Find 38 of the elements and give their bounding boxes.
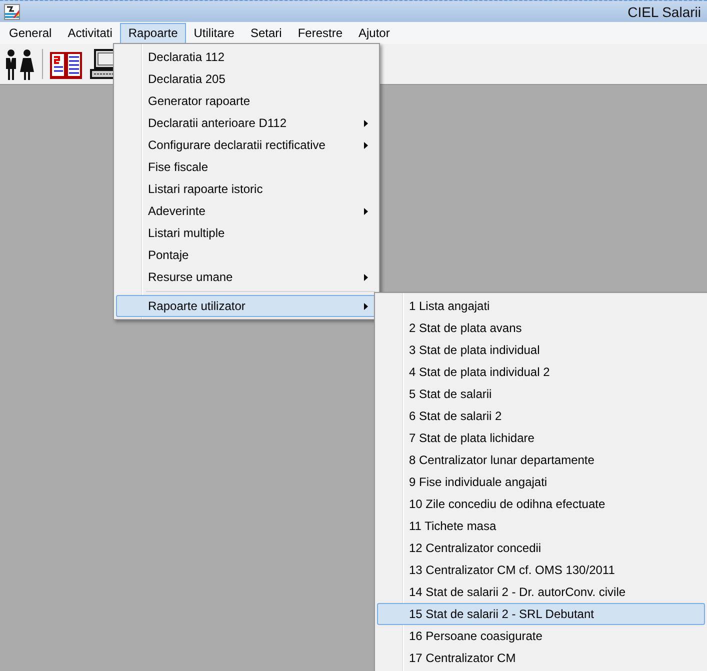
- menu-item[interactable]: 10 Zile concediu de odihna efectuate: [377, 493, 705, 515]
- menu-item[interactable]: 1 Lista angajati: [377, 295, 705, 317]
- menu-item[interactable]: 16 Persoane coasigurate: [377, 625, 705, 647]
- menu-item[interactable]: 3 Stat de plata individual: [377, 339, 705, 361]
- menu-item[interactable]: Rapoarte: [120, 22, 186, 44]
- menu-item[interactable]: 5 Stat de salarii: [377, 383, 705, 405]
- menu-item[interactable]: Rapoarte utilizator: [116, 295, 377, 317]
- window-title: CIEL Salarii: [628, 4, 701, 20]
- menu-item[interactable]: 6 Stat de salarii 2: [377, 405, 705, 427]
- menu-item[interactable]: 12 Centralizator concedii: [377, 537, 705, 559]
- menu-item[interactable]: Listari multiple: [116, 222, 377, 244]
- menu-item[interactable]: 15 Stat de salarii 2 - SRL Debutant: [377, 603, 705, 625]
- menu-item[interactable]: Declaratia 112: [116, 46, 377, 68]
- menu-item[interactable]: Generator rapoarte: [116, 90, 377, 112]
- menu-item[interactable]: Configurare declaratii rectificative: [116, 134, 377, 156]
- menu-item[interactable]: 9 Fise individuale angajati: [377, 471, 705, 493]
- menu-item[interactable]: Fise fiscale: [116, 156, 377, 178]
- menu-item[interactable]: 7 Stat de plata lichidare: [377, 427, 705, 449]
- menu-item[interactable]: General: [1, 22, 60, 44]
- menu-item[interactable]: 17 Centralizator CM: [377, 647, 705, 669]
- menu-item[interactable]: 11 Tichete masa: [377, 515, 705, 537]
- menu-item[interactable]: Declaratii anterioare D112: [116, 112, 377, 134]
- menu-item[interactable]: Utilitare: [186, 22, 242, 44]
- menu-item[interactable]: Pontaje: [116, 244, 377, 266]
- menu-item[interactable]: Resurse umane: [116, 266, 377, 288]
- menu-item[interactable]: 8 Centralizator lunar departamente: [377, 449, 705, 471]
- app-logo-icon: [4, 4, 20, 20]
- menu-item[interactable]: Listari rapoarte istoric: [116, 178, 377, 200]
- menu-item[interactable]: Declaratia 205: [116, 68, 377, 90]
- menu-item[interactable]: 14 Stat de salarii 2 - Dr. autorConv. civile: [377, 581, 705, 603]
- menu-item[interactable]: 13 Centralizator CM cf. OMS 130/2011: [377, 559, 705, 581]
- menu-item[interactable]: Adeverinte: [116, 200, 377, 222]
- menu-item[interactable]: 4 Stat de plata individual 2: [377, 361, 705, 383]
- menu-item[interactable]: 2 Stat de plata avans: [377, 317, 705, 339]
- menu-item[interactable]: Ajutor: [350, 22, 398, 44]
- menu-item[interactable]: Setari: [242, 22, 290, 44]
- menu-item[interactable]: Activitati: [60, 22, 120, 44]
- menu-item[interactable]: Ferestre: [290, 22, 350, 44]
